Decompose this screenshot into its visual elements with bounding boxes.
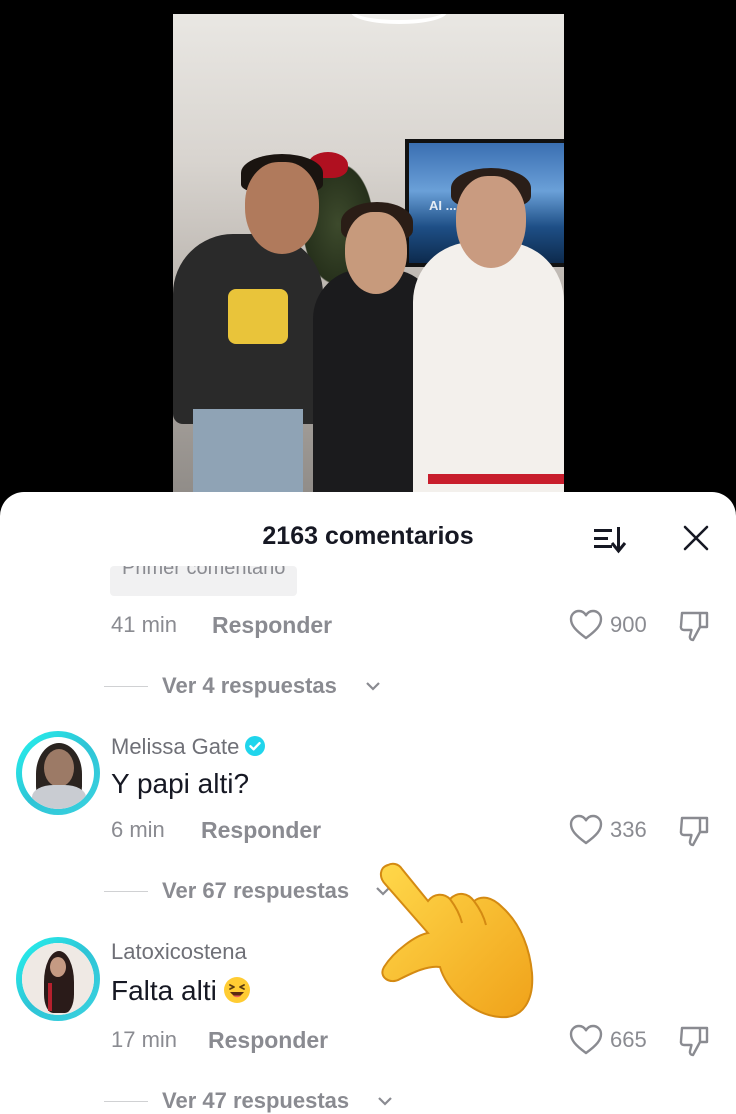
replies-divider bbox=[104, 1101, 148, 1102]
chevron-down-icon bbox=[378, 1097, 392, 1106]
thumbs-down-icon[interactable] bbox=[678, 1024, 712, 1058]
replies-divider bbox=[104, 686, 148, 687]
verified-badge-icon bbox=[245, 736, 266, 756]
view-replies-button[interactable]: Ver 67 respuestas bbox=[104, 874, 404, 908]
reply-button[interactable]: Responder bbox=[212, 605, 332, 645]
like-count: 900 bbox=[610, 612, 647, 637]
heart-icon[interactable] bbox=[569, 814, 603, 846]
ceiling-light bbox=[351, 14, 447, 24]
video-player[interactable]: AI ... bbox=[173, 14, 564, 504]
like-count: 336 bbox=[610, 817, 647, 842]
comment-text: Falta alti bbox=[111, 973, 251, 1009]
heart-icon[interactable] bbox=[569, 609, 603, 641]
sort-icon[interactable] bbox=[592, 524, 628, 554]
comment-username[interactable]: Melissa Gate bbox=[111, 732, 266, 762]
like-count: 665 bbox=[610, 1027, 647, 1052]
pinned-comment-actions: 41 min Responder 900 bbox=[0, 605, 736, 645]
comment-username[interactable]: Latoxicostena bbox=[111, 937, 247, 967]
person-left-legs bbox=[193, 409, 303, 504]
thumbs-down-icon[interactable] bbox=[678, 609, 712, 643]
person-left-shirt-print bbox=[228, 289, 288, 344]
view-replies-button[interactable]: Ver 47 respuestas bbox=[104, 1084, 404, 1114]
comment-time: 6 min bbox=[111, 817, 165, 842]
view-replies-button[interactable]: Ver 4 respuestas bbox=[104, 669, 394, 703]
comment-time: 41 min bbox=[111, 612, 178, 637]
comment-text: Y papi alti? bbox=[111, 768, 250, 799]
reply-button[interactable]: Responder bbox=[208, 1020, 328, 1060]
pinned-comment-tag: Primer comentario bbox=[110, 566, 298, 596]
laughing-face-emoji bbox=[223, 977, 250, 1003]
person-right-skirt-stripe bbox=[428, 474, 564, 484]
close-icon[interactable] bbox=[681, 523, 711, 553]
person-left-head bbox=[245, 162, 319, 254]
person-middle-head bbox=[345, 212, 407, 294]
avatar[interactable] bbox=[16, 731, 100, 815]
comment-time: 17 min bbox=[111, 1027, 178, 1052]
chevron-down-icon bbox=[376, 887, 390, 896]
thumbs-down-icon[interactable] bbox=[678, 814, 712, 848]
avatar[interactable] bbox=[16, 937, 100, 1021]
chevron-down-icon bbox=[366, 682, 380, 691]
person-right-head bbox=[456, 176, 526, 268]
comment-actions: 17 min Responder 665 bbox=[0, 1020, 736, 1060]
comment-actions: 6 min Responder 336 bbox=[0, 810, 736, 850]
heart-icon[interactable] bbox=[569, 1024, 603, 1056]
reply-button[interactable]: Responder bbox=[201, 810, 321, 850]
person-right-body bbox=[413, 242, 564, 504]
comments-sheet: 2163 comentarios Primer comentario 41 mi… bbox=[0, 492, 736, 1114]
replies-divider bbox=[104, 891, 148, 892]
